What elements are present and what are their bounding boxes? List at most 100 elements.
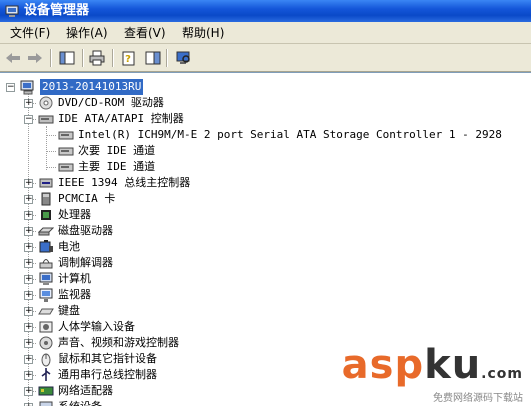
menu-file[interactable]: 文件(F): [8, 25, 52, 41]
tree-child-label: 次要 IDE 通道: [78, 144, 156, 157]
disk-drive-icon: [38, 227, 54, 236]
keyboard-icon: [38, 308, 54, 315]
computer-icon: [20, 80, 34, 95]
tree-child-item[interactable]: Intel(R) ICH9M/M-E 2 port Serial ATA Sto…: [0, 127, 531, 143]
tree-item[interactable]: + 磁盘驱动器: [0, 223, 531, 239]
expand-toggle[interactable]: +: [24, 211, 33, 220]
ide-channel-icon: [58, 163, 74, 172]
help-properties-icon: ?: [122, 51, 135, 66]
tree-item-label: 监视器: [58, 288, 91, 301]
tree-item-label: 网络适配器: [58, 384, 113, 397]
menu-help[interactable]: 帮助(H): [180, 25, 226, 41]
expand-toggle[interactable]: +: [24, 259, 33, 268]
tree-item-label: PCMCIA 卡: [58, 192, 116, 205]
expand-toggle[interactable]: +: [24, 307, 33, 316]
device-manager-icon: [5, 5, 19, 17]
expand-toggle[interactable]: +: [24, 99, 33, 108]
show-hide-tree-button[interactable]: [58, 49, 76, 67]
ide-channel-icon: [58, 147, 74, 156]
pane-icon: [145, 51, 161, 65]
expand-toggle[interactable]: +: [24, 227, 33, 236]
update-driver-button[interactable]: [174, 49, 192, 67]
tree-item[interactable]: + 处理器: [0, 207, 531, 223]
window-title: 设备管理器: [24, 3, 90, 18]
system-device-icon: [39, 401, 53, 406]
toolbar-separator: [112, 49, 114, 67]
collapse-toggle[interactable]: −: [6, 83, 15, 92]
expand-toggle[interactable]: +: [24, 371, 33, 380]
expand-toggle[interactable]: +: [24, 355, 33, 364]
tree-item[interactable]: + PCMCIA 卡: [0, 191, 531, 207]
tree-item-label: 鼠标和其它指针设备: [58, 352, 157, 365]
ide-controller-icon: [38, 115, 54, 124]
tree-item[interactable]: + 电池: [0, 239, 531, 255]
menu-action[interactable]: 操作(A): [64, 25, 110, 41]
tree-item[interactable]: + 计算机: [0, 271, 531, 287]
pcmcia-icon: [41, 192, 51, 206]
svg-text:?: ?: [125, 54, 131, 65]
tree-item-label: 人体学输入设备: [58, 320, 135, 333]
tree-guide-line: [46, 135, 56, 136]
print-button[interactable]: [88, 49, 106, 67]
tree-item-label: 声音、视频和游戏控制器: [58, 336, 179, 349]
tree-item[interactable]: + 调制解调器: [0, 255, 531, 271]
ide-channel-icon: [58, 131, 74, 140]
back-button[interactable]: [4, 49, 22, 67]
back-arrow-icon: [6, 53, 20, 63]
forward-arrow-icon: [28, 53, 42, 63]
expand-toggle[interactable]: +: [24, 195, 33, 204]
sound-icon: [39, 336, 53, 350]
tree-guide-line: [46, 167, 56, 168]
tree-child-item[interactable]: 主要 IDE 通道: [0, 159, 531, 175]
tree-item[interactable]: + 键盘: [0, 303, 531, 319]
tree-item[interactable]: + 监视器: [0, 287, 531, 303]
battery-icon: [39, 240, 53, 253]
menu-view[interactable]: 查看(V): [122, 25, 168, 41]
usb-icon: [41, 368, 51, 381]
monitor-icon: [39, 288, 53, 302]
tree-item[interactable]: + 人体学输入设备: [0, 319, 531, 335]
tree-guide-line: [46, 151, 56, 152]
tree-child-item[interactable]: 次要 IDE 通道: [0, 143, 531, 159]
tree-item-label: 调制解调器: [58, 256, 113, 269]
expand-toggle[interactable]: +: [24, 291, 33, 300]
forward-button[interactable]: [26, 49, 44, 67]
tree-item-label: IDE ATA/ATAPI 控制器: [58, 112, 184, 125]
mouse-icon: [41, 353, 51, 367]
watermark-logo: aspku.com: [341, 342, 523, 388]
hid-icon: [39, 321, 53, 333]
expand-toggle[interactable]: +: [24, 275, 33, 284]
tree-item-label: 键盘: [58, 304, 80, 317]
menu-bar: 文件(F) 操作(A) 查看(V) 帮助(H): [0, 22, 531, 44]
toolbar-separator: [166, 49, 168, 67]
tree-item-label: 电池: [58, 240, 80, 253]
tree-root[interactable]: − 2013-20141013RU: [0, 79, 531, 95]
tree-child-label: 主要 IDE 通道: [78, 160, 156, 173]
toolbar-separator: [50, 49, 52, 67]
tree-item-label: IEEE 1394 总线主控制器: [58, 176, 191, 189]
printer-icon: [89, 50, 105, 66]
ieee1394-icon: [39, 178, 53, 188]
tree-item[interactable]: + DVD/CD-ROM 驱动器: [0, 95, 531, 111]
expand-toggle[interactable]: +: [24, 323, 33, 332]
tree-item[interactable]: + IEEE 1394 总线主控制器: [0, 175, 531, 191]
collapse-toggle[interactable]: −: [24, 115, 33, 124]
toolbar: ?: [0, 44, 531, 72]
tree-item[interactable]: − IDE ATA/ATAPI 控制器: [0, 111, 531, 127]
device-tree[interactable]: − 2013-20141013RU + DVD/CD-ROM 驱动器 − IDE AT…: [0, 72, 531, 406]
title-bar[interactable]: 设备管理器: [0, 0, 531, 22]
tree-root-label[interactable]: 2013-20141013RU: [40, 79, 144, 95]
cdrom-icon: [39, 96, 53, 110]
computer-icon: [39, 272, 53, 285]
scan-hardware-button[interactable]: [144, 49, 162, 67]
tree-item-label: 系统设备: [58, 399, 102, 406]
modem-icon: [39, 259, 53, 269]
expand-toggle[interactable]: +: [24, 243, 33, 252]
expand-toggle[interactable]: +: [24, 339, 33, 348]
tree-item-label: DVD/CD-ROM 驱动器: [58, 96, 164, 109]
expand-toggle[interactable]: +: [24, 387, 33, 396]
tree-item-label: 处理器: [58, 208, 91, 221]
tree-item-label: 计算机: [58, 272, 91, 285]
expand-toggle[interactable]: +: [24, 179, 33, 188]
properties-button[interactable]: ?: [120, 49, 138, 67]
